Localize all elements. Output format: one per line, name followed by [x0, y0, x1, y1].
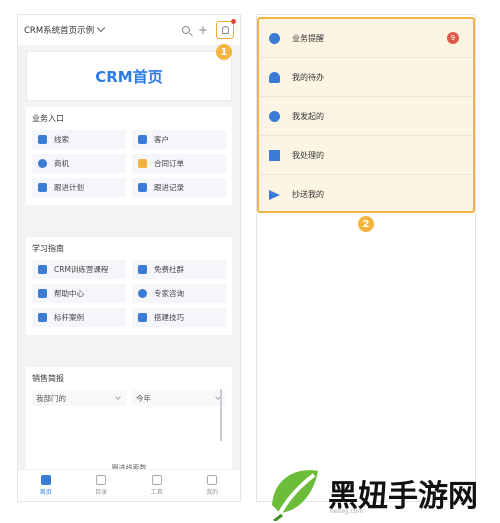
department-select[interactable]: 我部门的	[32, 390, 126, 406]
tab-mine[interactable]: 我的	[185, 470, 241, 501]
entry-plan[interactable]: 跟进计划	[32, 178, 126, 197]
guide-tips[interactable]: 搭建技巧	[132, 308, 226, 327]
clue-icon	[38, 135, 47, 144]
check-icon	[269, 149, 280, 161]
tools-icon	[151, 475, 162, 485]
section-title: 业务入口	[32, 114, 64, 123]
home-icon	[40, 475, 51, 485]
community-icon	[138, 265, 147, 274]
case-icon	[38, 313, 47, 322]
expert-icon	[138, 289, 147, 298]
guide-expert[interactable]: 专家咨询	[132, 284, 226, 303]
plus-icon[interactable]: +	[198, 24, 208, 36]
record-icon	[138, 183, 147, 192]
entry-opportunity[interactable]: 商机	[32, 154, 126, 173]
home-screen: CRM系统首页示例 + CRM首页 业务入口 线索 客户 商机 合同订单 跟进计…	[17, 14, 241, 502]
scrollbar[interactable]	[220, 389, 222, 441]
menu-item-my-todo[interactable]: 我的待办	[259, 58, 473, 97]
catalog-icon	[96, 475, 107, 485]
section-title: 学习指南	[32, 244, 64, 253]
leaf-logo-icon	[272, 469, 318, 521]
tab-tools[interactable]: 工具	[129, 470, 185, 501]
bell-icon	[221, 26, 229, 34]
period-select[interactable]: 今年	[132, 390, 226, 406]
study-guide-card: 学习指南 CRM训练营课程 免费社群 帮助中心 专家咨询 标杆案例 搭建技巧	[26, 237, 232, 335]
guide-help[interactable]: 帮助中心	[32, 284, 126, 303]
menu-item-processed[interactable]: 我处理的	[259, 136, 473, 175]
entry-customer[interactable]: 客户	[132, 130, 226, 149]
sales-report-card: 销售简报 我部门的 今年 跟进线索数	[26, 367, 232, 472]
help-icon	[38, 289, 47, 298]
notification-button[interactable]	[216, 19, 236, 39]
course-icon	[38, 265, 47, 274]
send-icon	[269, 189, 280, 200]
notification-panel: 业务提醒 9 我的待办 我发起的 我处理的 抄送我的	[256, 14, 476, 502]
site-watermark: 黑妞手游网	[268, 462, 500, 523]
top-bar: CRM系统首页示例 +	[18, 15, 240, 45]
business-entry-card: 业务入口 线索 客户 商机 合同订单 跟进计划 跟进记录	[26, 107, 232, 205]
play-icon	[269, 110, 280, 122]
unread-badge: 9	[447, 32, 459, 44]
user-icon	[207, 475, 218, 485]
menu-item-business-reminder[interactable]: 业务提醒 9	[259, 19, 473, 58]
entry-clue[interactable]: 线索	[32, 130, 126, 149]
watermark-url: heitejj.com	[330, 508, 364, 515]
contract-icon	[138, 159, 147, 168]
plan-icon	[38, 183, 47, 192]
tab-home[interactable]: 首页	[18, 470, 74, 501]
guide-case[interactable]: 标杆案例	[32, 308, 126, 327]
step-marker-1: 1	[216, 44, 232, 60]
opportunity-icon	[38, 159, 47, 168]
entry-contract[interactable]: 合同订单	[132, 154, 226, 173]
customer-icon	[138, 135, 147, 144]
clock-icon	[269, 32, 280, 44]
bell-icon	[269, 71, 280, 83]
tips-icon	[138, 313, 147, 322]
bottom-tab-bar: 首页 目录 工具 我的	[18, 469, 240, 501]
tab-catalog[interactable]: 目录	[74, 470, 130, 501]
step-marker-2: 2	[358, 216, 374, 232]
guide-community[interactable]: 免费社群	[132, 260, 226, 279]
app-switcher[interactable]: CRM系统首页示例	[24, 24, 94, 36]
banner-title: CRM首页	[95, 67, 163, 86]
menu-item-initiated[interactable]: 我发起的	[259, 97, 473, 136]
entry-record[interactable]: 跟进记录	[132, 178, 226, 197]
section-title: 销售简报	[32, 374, 64, 383]
search-icon[interactable]	[181, 26, 190, 34]
notification-menu: 业务提醒 9 我的待办 我发起的 我处理的 抄送我的	[257, 17, 475, 213]
chevron-down-icon[interactable]	[96, 23, 106, 33]
unread-dot	[231, 19, 236, 24]
guide-course[interactable]: CRM训练营课程	[32, 260, 126, 279]
home-banner: CRM首页	[26, 51, 232, 101]
menu-item-cc-me[interactable]: 抄送我的	[259, 175, 473, 214]
